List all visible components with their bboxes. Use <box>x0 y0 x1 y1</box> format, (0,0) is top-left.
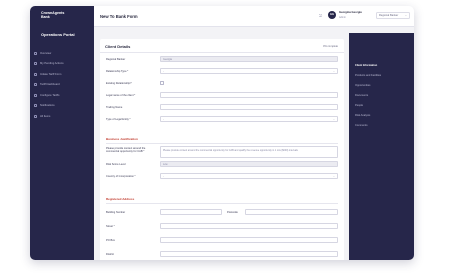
building-number-input[interactable] <box>160 209 222 215</box>
country-select[interactable]: - ⌄ <box>160 173 338 179</box>
relationship-type-select[interactable]: - ⌄ <box>160 68 338 74</box>
existing-relationship-label: Existing Relationship? <box>106 82 132 85</box>
section-divider <box>106 143 338 144</box>
divider <box>100 52 344 53</box>
district-label: District <box>106 253 114 256</box>
regional-banker-label: Regional Banker <box>106 58 126 61</box>
section-divider <box>106 203 338 204</box>
po-box-label: PO Box <box>106 239 115 242</box>
trading-name-label: Trading Name <box>106 106 123 109</box>
regional-banker-value: Georgia <box>163 57 172 61</box>
legal-entity-select[interactable]: - ⌄ <box>160 116 338 122</box>
street-input[interactable] <box>160 223 338 229</box>
business-justification-heading: Business Justification <box>106 137 138 141</box>
legal-name-input[interactable] <box>160 92 338 98</box>
legal-entity-label: Type of Legal Entity * <box>106 118 131 121</box>
building-number-label: Building Number <box>106 211 126 214</box>
risk-score-label: Risk Score Level <box>106 163 126 166</box>
street-label: Street * <box>106 225 115 228</box>
rationale-textarea[interactable]: Please provide context around the commer… <box>160 146 338 158</box>
country-label: Country of Incorporation * <box>106 175 136 178</box>
trading-name-input[interactable] <box>160 104 338 110</box>
legal-name-label: Legal name of the client * <box>106 94 136 97</box>
postcode-input[interactable] <box>245 209 338 215</box>
risk-score-value: Low <box>163 162 168 166</box>
postcode-label: Postcode <box>227 211 238 214</box>
district-input[interactable] <box>160 251 338 257</box>
risk-score-field: Low <box>160 161 338 167</box>
rationale-label: Please provide context around the commer… <box>106 147 146 154</box>
po-box-input[interactable] <box>160 237 338 243</box>
relationship-type-label: Relationship Type * <box>106 70 129 73</box>
form-card: Client Details 0% complete Regional Bank… <box>100 39 344 260</box>
form-title: Client Details <box>105 44 131 49</box>
progress-percent: 0% complete <box>323 45 338 48</box>
country-value: - <box>163 174 164 178</box>
registered-address-heading: Registered Address <box>106 197 135 201</box>
chevron-down-icon: ⌄ <box>332 174 335 178</box>
relationship-type-value: - <box>163 69 164 73</box>
existing-relationship-checkbox[interactable] <box>160 81 164 85</box>
regional-banker-field: Georgia <box>160 56 338 62</box>
content-clip: Client Details 0% complete Regional Bank… <box>30 6 414 260</box>
legal-entity-value: - <box>163 117 164 121</box>
chevron-down-icon: ⌄ <box>332 117 335 121</box>
chevron-down-icon: ⌄ <box>332 69 335 73</box>
